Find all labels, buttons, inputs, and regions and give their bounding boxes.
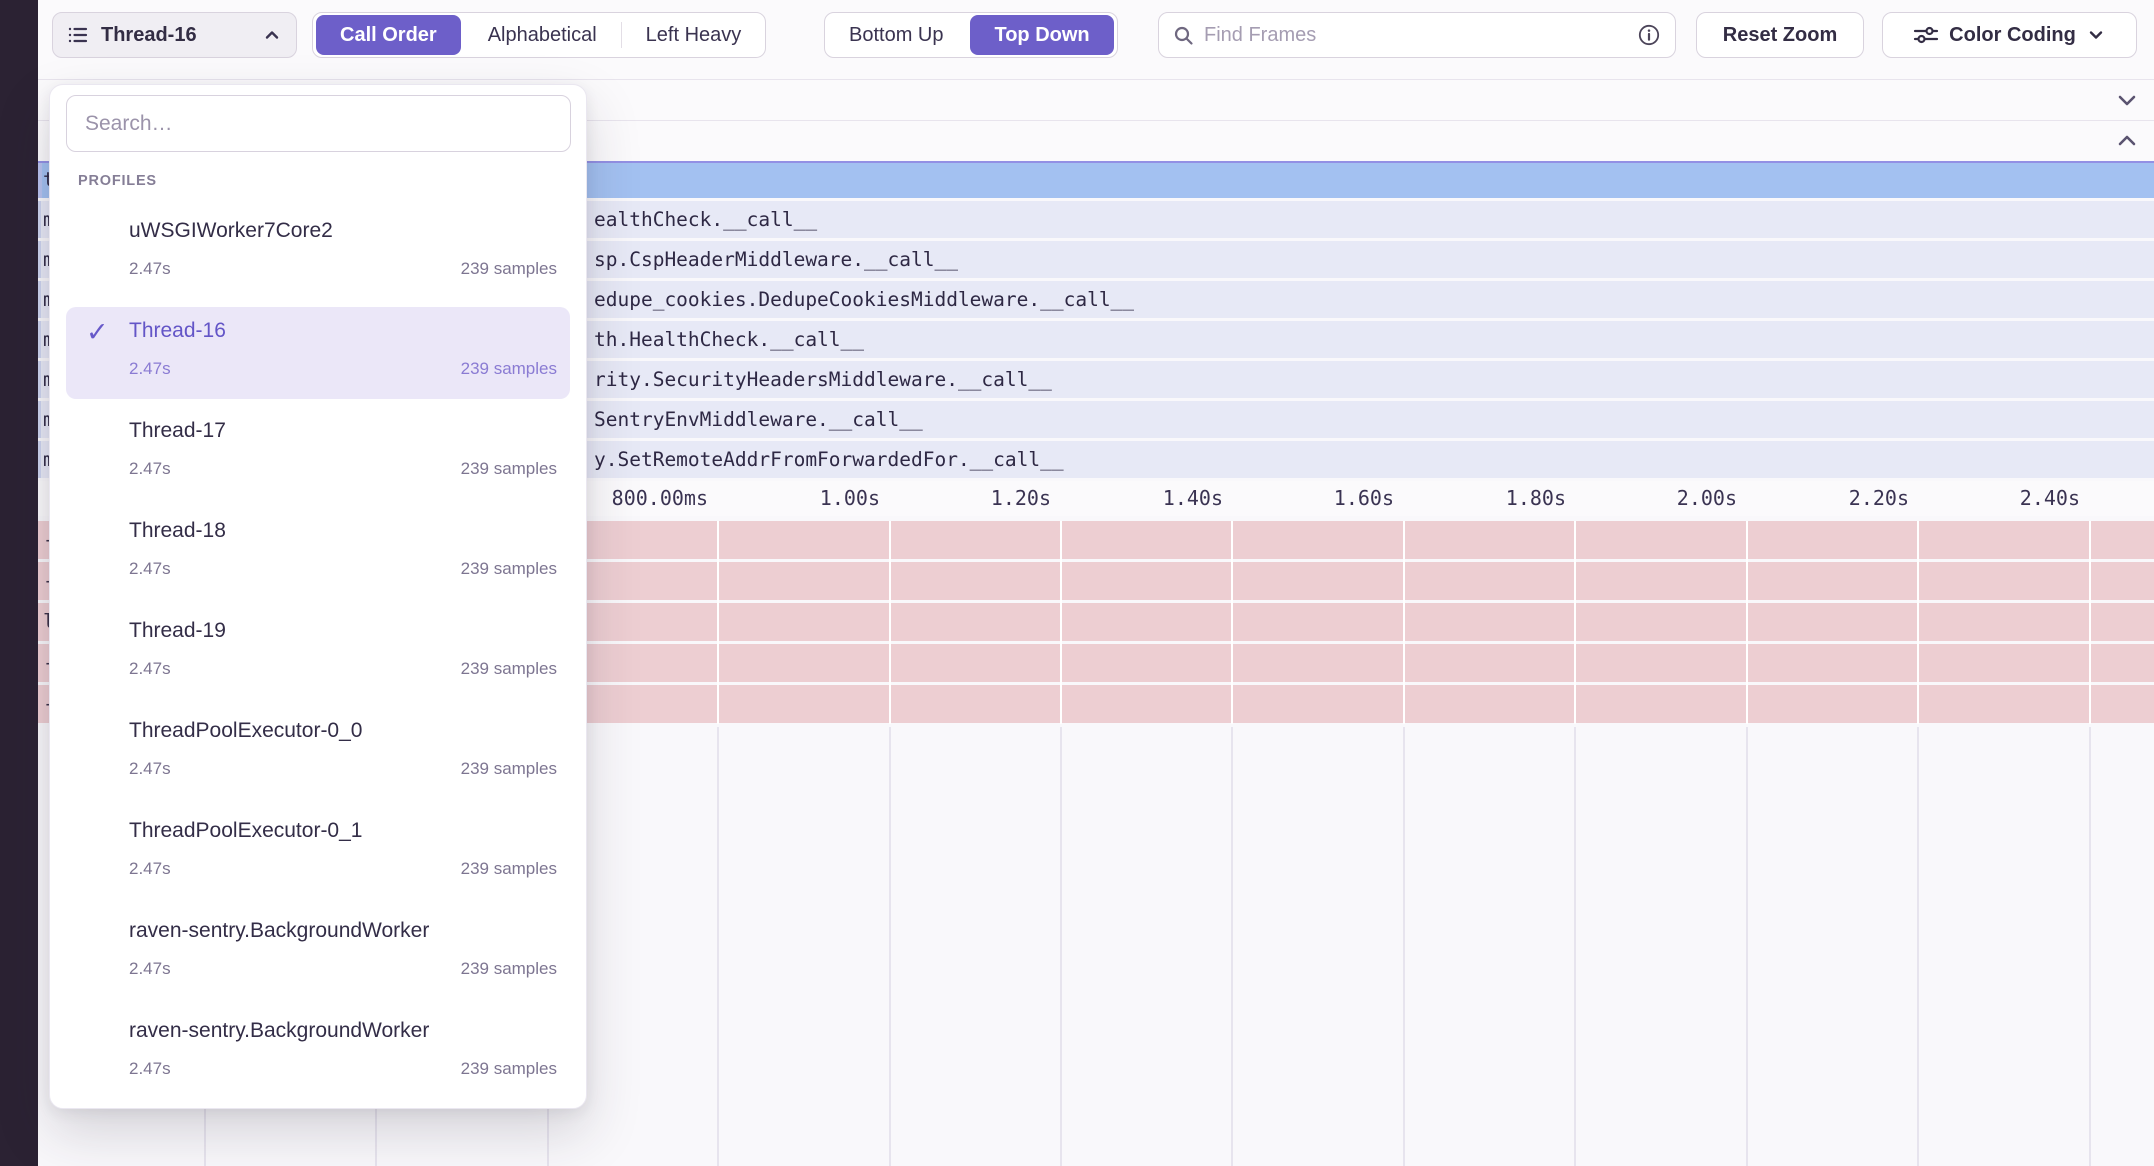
profiler-screen: Thread-16 Call Order Alphabetical Left H… — [0, 0, 2154, 1166]
gridline — [1060, 727, 1062, 1166]
profile-item[interactable]: ✓ raven-sentry.BackgroundWorker 2.47s 23… — [50, 1003, 586, 1103]
search-icon — [1173, 25, 1194, 46]
profile-duration: 2.47s — [129, 859, 171, 879]
gridline — [1403, 521, 1405, 724]
axis-tick-label: 1.00s — [710, 481, 880, 516]
color-coding-label: Color Coding — [1949, 24, 2076, 47]
profile-name: ThreadPoolExecutor-0_1 — [129, 819, 362, 843]
profile-duration: 2.47s — [129, 659, 171, 679]
chevron-up-icon[interactable] — [2114, 128, 2140, 154]
thread-selector-label: Thread-16 — [101, 24, 197, 47]
gridline — [1574, 521, 1576, 724]
gridline — [2089, 727, 2091, 1166]
axis-tick-label: 1.60s — [1224, 481, 1394, 516]
profile-samples: 239 samples — [461, 959, 557, 979]
frame-text: sp.CspHeaderMiddleware.__call__ — [594, 241, 958, 278]
profile-duration: 2.47s — [129, 359, 171, 379]
profile-duration: 2.47s — [129, 259, 171, 279]
chevron-down-icon[interactable] — [2114, 87, 2140, 113]
profile-name: Thread-18 — [129, 519, 226, 543]
chevron-up-icon — [262, 25, 282, 45]
profile-item[interactable]: ✓ Thread-17 2.47s 239 samples — [50, 403, 586, 503]
profile-name: raven-sentry.BackgroundWorker — [129, 919, 429, 943]
gridline — [1060, 521, 1062, 724]
profile-name: Thread-16 — [129, 319, 226, 343]
sort-call-order-button[interactable]: Call Order — [316, 15, 461, 55]
gridline — [1917, 727, 1919, 1166]
gridline — [1231, 521, 1233, 724]
frame-text: y.SetRemoteAddrFromForwardedFor.__call__ — [594, 441, 1064, 478]
gridline — [2089, 521, 2091, 724]
profile-duration: 2.47s — [129, 559, 171, 579]
gridline — [889, 521, 891, 724]
axis-tick-label: 1.20s — [881, 481, 1051, 516]
find-frames-input[interactable] — [1204, 24, 1627, 47]
axis-tick-label: 2.20s — [1739, 481, 1909, 516]
profile-samples: 239 samples — [461, 659, 557, 679]
app-sidebar-strip — [0, 0, 38, 1166]
profile-samples: 239 samples — [461, 859, 557, 879]
reset-zoom-button[interactable]: Reset Zoom — [1696, 12, 1864, 58]
profiles-list: ✓ uWSGIWorker7Core2 2.47s 239 samples ✓ … — [50, 203, 586, 1103]
gridline — [1917, 521, 1919, 724]
gridline — [1746, 727, 1748, 1166]
direction-bottom-up-button[interactable]: Bottom Up — [825, 13, 967, 57]
chevron-down-icon — [2086, 25, 2106, 45]
gridline — [1574, 727, 1576, 1166]
direction-top-down-button[interactable]: Top Down — [970, 15, 1113, 55]
thread-dropdown-panel: PROFILES ✓ uWSGIWorker7Core2 2.47s 239 s… — [49, 84, 587, 1109]
gridline — [1231, 727, 1233, 1166]
profile-name: Thread-19 — [129, 619, 226, 643]
profile-samples: 239 samples — [461, 259, 557, 279]
profile-samples: 239 samples — [461, 559, 557, 579]
sort-left-heavy-button[interactable]: Left Heavy — [622, 13, 766, 57]
gridline — [1403, 727, 1405, 1166]
frame-text: th.HealthCheck.__call__ — [594, 321, 864, 358]
thread-selector-button[interactable]: Thread-16 — [52, 12, 297, 58]
profile-item[interactable]: ✓ Thread-19 2.47s 239 samples — [50, 603, 586, 703]
frame-text: edupe_cookies.DedupeCookiesMiddleware.__… — [594, 281, 1134, 318]
profile-item[interactable]: ✓ raven-sentry.BackgroundWorker 2.47s 23… — [50, 903, 586, 1003]
info-icon[interactable] — [1637, 23, 1661, 47]
axis-tick-label: 1.40s — [1053, 481, 1223, 516]
profile-samples: 239 samples — [461, 459, 557, 479]
profile-samples: 239 samples — [461, 1059, 557, 1079]
gridline — [717, 727, 719, 1166]
frame-text: ealthCheck.__call__ — [594, 201, 817, 238]
profile-duration: 2.47s — [129, 459, 171, 479]
profile-item[interactable]: ✓ ThreadPoolExecutor-0_1 2.47s 239 sampl… — [50, 803, 586, 903]
profile-item[interactable]: ✓ uWSGIWorker7Core2 2.47s 239 samples — [50, 203, 586, 303]
dropdown-search-input[interactable] — [66, 95, 571, 152]
frame-text: rity.SecurityHeadersMiddleware.__call__ — [594, 361, 1052, 398]
profile-item[interactable]: ✓ ThreadPoolExecutor-0_0 2.47s 239 sampl… — [50, 703, 586, 803]
profile-name: uWSGIWorker7Core2 — [129, 219, 333, 243]
axis-tick-label: 2.40s — [1910, 481, 2080, 516]
profile-samples: 239 samples — [461, 359, 557, 379]
color-coding-button[interactable]: Color Coding — [1882, 12, 2137, 58]
gridline — [889, 727, 891, 1166]
sliders-icon — [1913, 24, 1939, 46]
profile-duration: 2.47s — [129, 759, 171, 779]
axis-tick-label: 2.00s — [1567, 481, 1737, 516]
profile-name: ThreadPoolExecutor-0_0 — [129, 719, 362, 743]
frame-text: SentryEnvMiddleware.__call__ — [594, 401, 923, 438]
sort-alphabetical-button[interactable]: Alphabetical — [464, 13, 621, 57]
thread-list-icon — [67, 24, 89, 46]
profile-name: Thread-17 — [129, 419, 226, 443]
profile-item[interactable]: ✓ Thread-18 2.47s 239 samples — [50, 503, 586, 603]
profiles-section-label: PROFILES — [78, 173, 157, 189]
axis-tick-label: 1.80s — [1396, 481, 1566, 516]
profile-item-selected[interactable]: ✓ Thread-16 2.47s 239 samples — [50, 303, 586, 403]
profile-duration: 2.47s — [129, 1059, 171, 1079]
sort-mode-segmented-control: Call Order Alphabetical Left Heavy — [312, 12, 766, 58]
find-frames-search[interactable] — [1158, 12, 1676, 58]
direction-segmented-control: Bottom Up Top Down — [824, 12, 1118, 58]
profile-duration: 2.47s — [129, 959, 171, 979]
gridline — [717, 521, 719, 724]
profile-name: raven-sentry.BackgroundWorker — [129, 1019, 429, 1043]
check-icon: ✓ — [86, 317, 109, 348]
gridline — [1746, 521, 1748, 724]
profile-samples: 239 samples — [461, 759, 557, 779]
